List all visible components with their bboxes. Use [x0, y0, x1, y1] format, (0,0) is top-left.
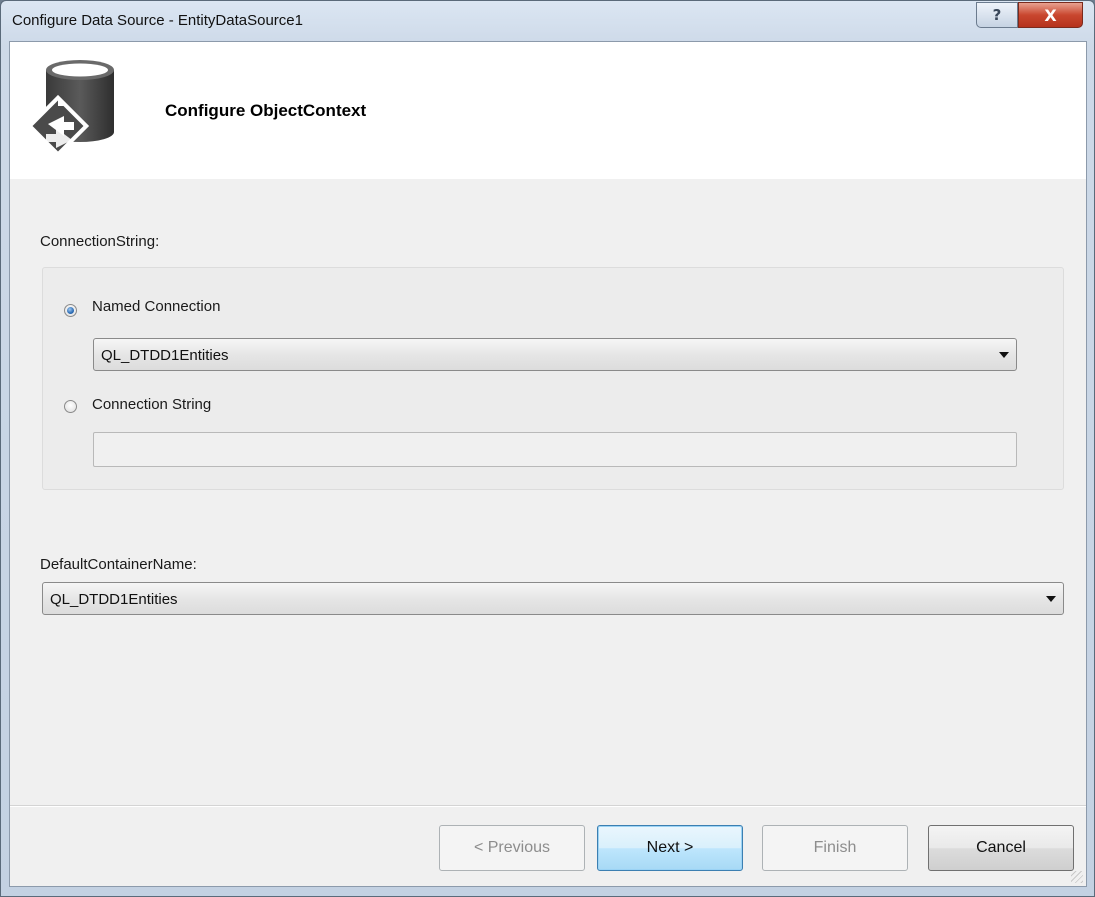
footer-divider [10, 805, 1086, 807]
cancel-button[interactable]: Cancel [928, 825, 1074, 871]
next-button[interactable]: Next > [597, 825, 743, 871]
default-container-value: QL_DTDD1Entities [50, 591, 178, 608]
database-entity-icon [24, 58, 124, 167]
connection-string-radio[interactable] [64, 400, 77, 413]
dialog-client-area: Configure ObjectContext ConnectionString… [9, 41, 1087, 887]
named-connection-label[interactable]: Named Connection [92, 298, 220, 315]
help-button[interactable]: ? [976, 2, 1018, 28]
chevron-down-icon [1046, 596, 1056, 602]
window-title: Configure Data Source - EntityDataSource… [12, 12, 303, 29]
page-title: Configure ObjectContext [165, 101, 367, 120]
finish-button[interactable]: Finish [762, 825, 908, 871]
default-container-label: DefaultContainerName: [40, 556, 197, 573]
default-container-select[interactable]: QL_DTDD1Entities [42, 582, 1064, 615]
named-connection-radio[interactable] [64, 304, 77, 317]
connection-string-input[interactable] [93, 432, 1017, 467]
connection-string-option-label[interactable]: Connection String [92, 396, 211, 413]
title-bar[interactable]: Configure Data Source - EntityDataSource… [1, 1, 1094, 41]
resize-grip-icon[interactable] [1071, 871, 1083, 883]
help-icon: ? [992, 6, 1002, 24]
wizard-header: Configure ObjectContext [10, 42, 1086, 179]
previous-button[interactable]: < Previous [439, 825, 585, 871]
named-connection-value: QL_DTDD1Entities [101, 347, 229, 364]
close-button[interactable]: X [1018, 2, 1083, 28]
named-connection-select[interactable]: QL_DTDD1Entities [93, 338, 1017, 371]
connection-string-label: ConnectionString: [40, 233, 160, 250]
dialog-window: Configure Data Source - EntityDataSource… [0, 0, 1095, 897]
chevron-down-icon [999, 352, 1009, 358]
radio-selected-dot [67, 307, 74, 314]
close-icon: X [1044, 5, 1057, 25]
